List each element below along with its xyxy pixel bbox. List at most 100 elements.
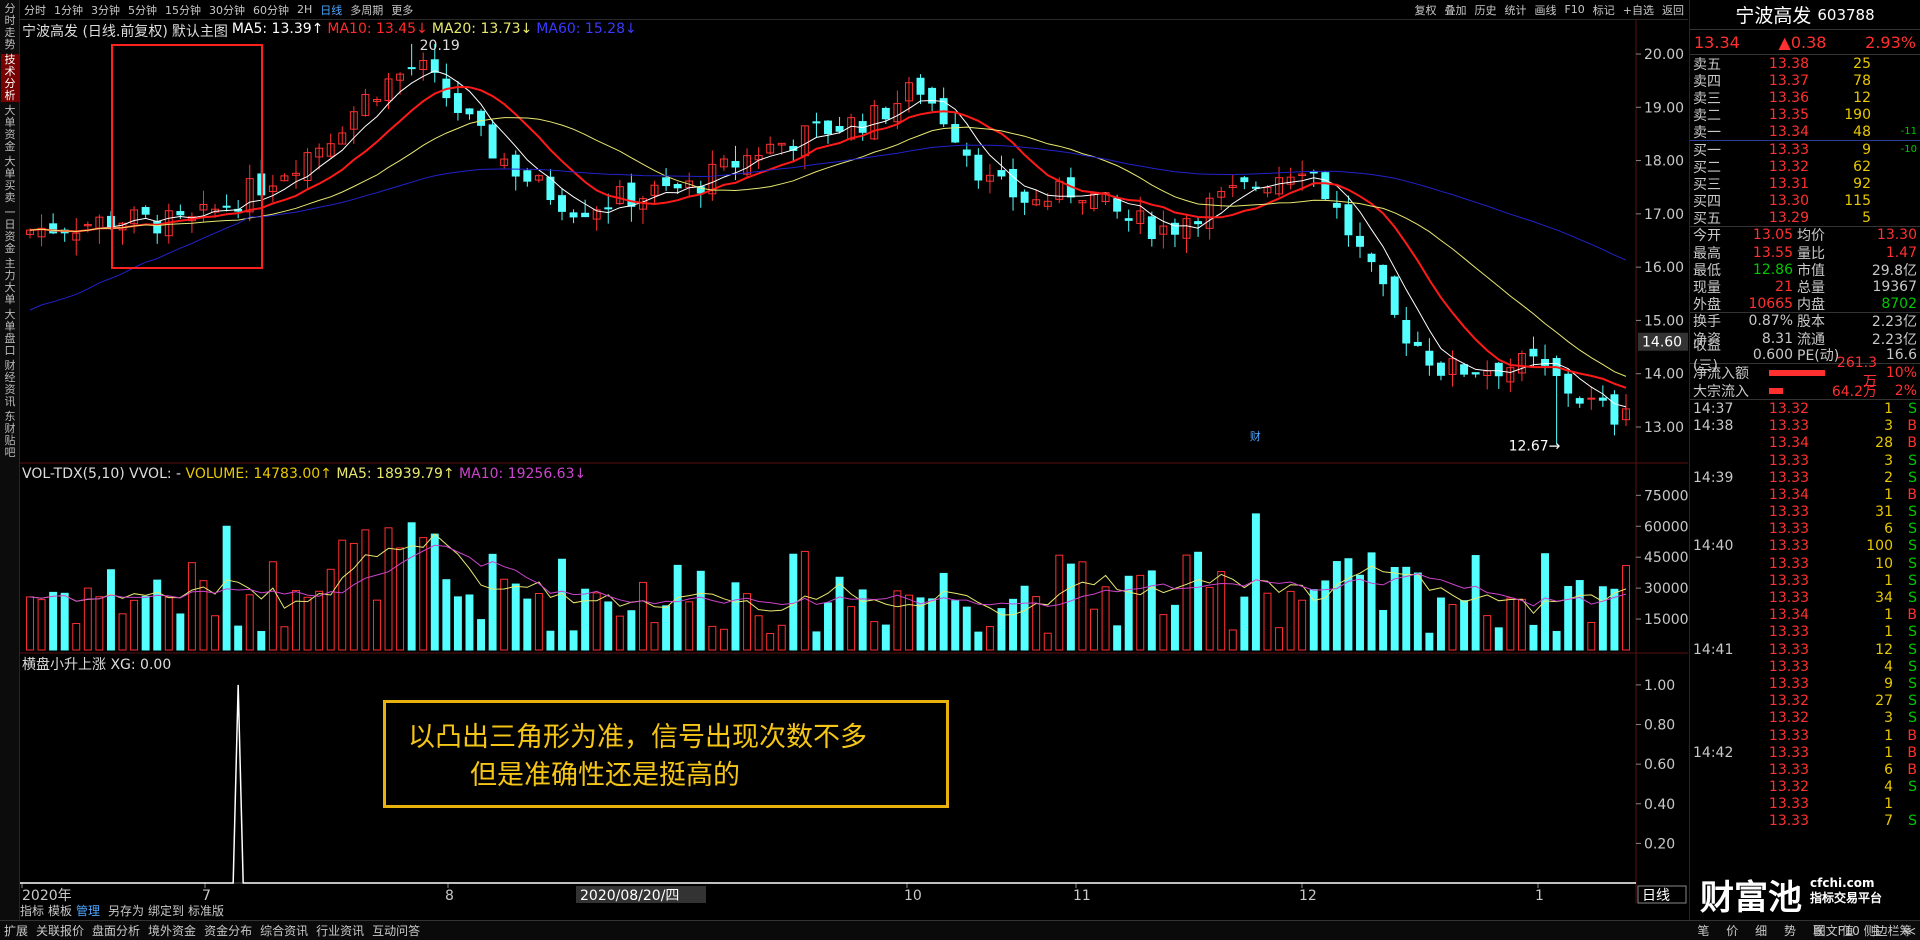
volume-bar <box>1101 586 1110 651</box>
toolbar-button-7[interactable]: +自选 <box>1619 2 1658 18</box>
toolbar-button-0[interactable]: 复权 <box>1410 2 1440 18</box>
volume-bar <box>1436 597 1445 651</box>
candle-body <box>1575 398 1584 404</box>
volume-legend: VOL-TDX(5,10) VVOL: - VOLUME: 14783.00↑ … <box>22 466 586 482</box>
bottom-tab-0[interactable]: 扩展 <box>0 922 32 939</box>
asks-delta: -11 <box>1900 126 1917 138</box>
volume-bar <box>1332 561 1341 651</box>
volume-bar <box>1205 586 1214 651</box>
period-tab-5[interactable]: 30分钟 <box>205 2 249 18</box>
bottom-tab-4[interactable]: 资金分布 <box>200 922 256 939</box>
sidebar-item-4[interactable]: 一日资金 <box>1 207 19 255</box>
flow-pct: 10% <box>1885 365 1917 382</box>
period-tab-2[interactable]: 3分钟 <box>87 2 124 18</box>
tick-time: 14:39 <box>1693 469 1734 486</box>
candle-body <box>176 211 185 216</box>
tick-volume: 4 <box>1884 779 1893 796</box>
sidebar-item-8[interactable]: 东财贴吧 <box>1 411 19 459</box>
sidebar-item-5[interactable]: 主力大单 <box>1 258 19 306</box>
info-cell: 0.87% <box>1748 313 1793 330</box>
stock-title: 宁波高发 (日线.前复权) <box>22 24 168 40</box>
sidebar-item-7[interactable]: 财经资讯 <box>1 360 19 408</box>
tick-volume: 100 <box>1866 538 1893 555</box>
period-tab-3[interactable]: 5分钟 <box>124 2 161 18</box>
info-row: 最低 12.86 市值 29.8亿 <box>1690 261 1920 279</box>
chart-tool-2[interactable]: 管理 <box>76 903 100 918</box>
panel-tab-7[interactable]: 筹 <box>1900 922 1912 940</box>
chart-tool-5[interactable]: 标准版 <box>188 904 224 918</box>
volume-bar <box>939 572 948 651</box>
period-tab-0[interactable]: 分时 <box>20 2 50 18</box>
bottom-tab-2[interactable]: 盘面分析 <box>88 922 144 939</box>
volume-bar <box>812 631 821 651</box>
period-tab-4[interactable]: 15分钟 <box>161 2 205 18</box>
tick-volume: 12 <box>1875 641 1893 658</box>
period-tab-1[interactable]: 1分钟 <box>50 2 87 18</box>
volume-bar <box>1286 590 1295 651</box>
toolbar-button-2[interactable]: 历史 <box>1470 2 1500 18</box>
sidebar-item-1[interactable]: 技术分析 <box>1 54 19 102</box>
tick-row: 14:42 13.33 1 B <box>1690 744 1920 761</box>
quote-panel: 宁波高发 603788 13.34 ▲0.38 2.93% 卖五 13.38 25 卖四 13.3… <box>1689 0 1920 920</box>
tick-price: 13.34 <box>1768 607 1809 624</box>
volume-bar <box>638 581 647 651</box>
sidebar-item-6[interactable]: 大单盘口 <box>1 309 19 357</box>
period-tab-10[interactable]: 更多 <box>387 2 417 18</box>
bottom-tab-5[interactable]: 综合资讯 <box>256 922 312 939</box>
bottom-tab-6[interactable]: 行业资讯 <box>312 922 368 939</box>
volume-bar <box>523 598 532 651</box>
sidebar-item-3[interactable]: 大单买卖 <box>1 156 19 204</box>
asks-volume: 78 <box>1853 72 1871 89</box>
candle-body <box>477 110 486 126</box>
toolbar-button-1[interactable]: 叠加 <box>1440 2 1470 18</box>
volume-bar <box>604 601 613 651</box>
candle-body <box>141 207 150 215</box>
asks-row: 卖一 13.34 48 -11 <box>1690 124 1920 141</box>
bottom-tab-1[interactable]: 关联报价 <box>32 922 88 939</box>
candle-body <box>1413 341 1422 346</box>
period-tab-8[interactable]: 日线 <box>316 2 346 18</box>
chart-tool-4[interactable]: 绑定到 <box>148 903 184 918</box>
tick-volume: 3 <box>1884 710 1893 727</box>
panel-tab-2[interactable]: 细 <box>1755 922 1767 940</box>
tick-price: 13.33 <box>1768 521 1809 538</box>
toolbar-button-4[interactable]: 画线 <box>1530 2 1560 18</box>
tick-side: S <box>1908 521 1917 538</box>
period-tab-7[interactable]: 2H <box>293 3 316 16</box>
sidebar-item-2[interactable]: 大单资金 <box>1 105 19 153</box>
tick-volume: 1 <box>1884 796 1893 813</box>
toolbar-button-5[interactable]: F10 <box>1560 3 1588 16</box>
panel-tab-0[interactable]: 笔 <box>1697 922 1709 940</box>
toolbar-button-3[interactable]: 统计 <box>1500 2 1530 18</box>
toolbar-button-6[interactable]: 标记 <box>1589 2 1619 18</box>
panel-tab-6[interactable]: 主 <box>1871 922 1883 940</box>
sidebar-item-0[interactable]: 分时走势 <box>1 3 19 51</box>
volume-bar <box>1009 598 1018 651</box>
panel-tab-4[interactable]: 联 <box>1813 922 1825 940</box>
volume-bar <box>372 599 381 651</box>
panel-tab-1[interactable]: 价 <box>1726 922 1738 940</box>
period-tab-6[interactable]: 60分钟 <box>249 2 293 18</box>
indicator-select[interactable]: 默认主图 <box>172 21 228 40</box>
bids-price: 13.31 <box>1768 175 1809 192</box>
candle-body <box>1390 276 1399 315</box>
toolbar-button-8[interactable]: 返回 <box>1658 2 1688 18</box>
volume-bar <box>465 594 474 651</box>
bottom-tab-7[interactable]: 互动问答 <box>368 922 424 939</box>
panel-tab-3[interactable]: 势 <box>1784 922 1796 940</box>
volume-bar <box>234 625 243 651</box>
volume-bar <box>1136 574 1145 651</box>
period-tab-9[interactable]: 多周期 <box>346 2 387 18</box>
candle-body <box>1564 373 1573 394</box>
chart-tool-1[interactable]: 模板 <box>48 904 72 918</box>
panel-tab-5[interactable]: 值 <box>1842 922 1854 940</box>
volume-bar <box>153 579 162 651</box>
volume-bar <box>1263 592 1272 651</box>
chart-tool-0[interactable]: 指标 <box>20 903 44 918</box>
bottom-tab-3[interactable]: 境外资金 <box>144 922 200 939</box>
volume-bar <box>685 601 694 651</box>
candle-body <box>558 195 566 212</box>
volume-bar <box>1402 566 1411 651</box>
volume-bar <box>1483 615 1492 651</box>
chart-tool-3[interactable]: 另存为 <box>108 904 144 918</box>
